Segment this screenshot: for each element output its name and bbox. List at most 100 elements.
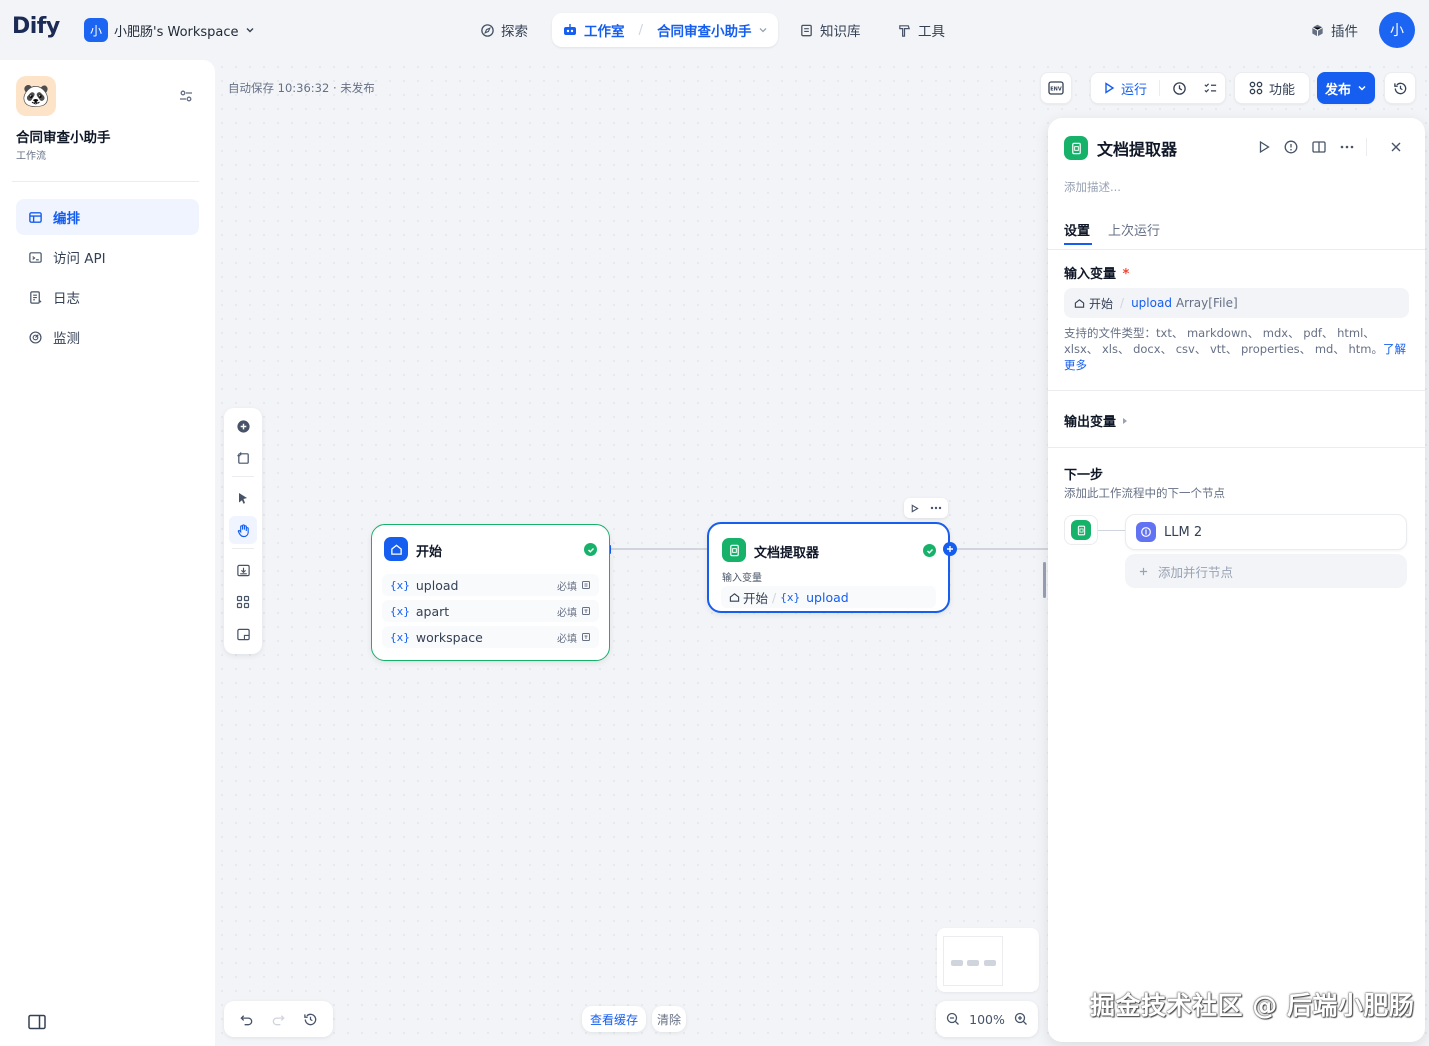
env-button[interactable]: ENV xyxy=(1040,72,1072,104)
input-label: 输入变量 xyxy=(722,573,762,584)
nav-tools[interactable]: 工具 xyxy=(897,17,945,43)
current-node-badge xyxy=(1064,515,1098,545)
home-icon xyxy=(1074,298,1085,308)
features-button[interactable]: 功能 xyxy=(1234,72,1310,104)
undo-redo-bar xyxy=(224,1001,333,1037)
split-view-icon[interactable] xyxy=(1312,140,1326,154)
doc-extractor-icon xyxy=(1064,136,1088,160)
clear-cache-button[interactable]: 清除 xyxy=(652,1006,686,1032)
sidebar-item-label: 日志 xyxy=(53,291,80,307)
more-icon[interactable] xyxy=(1340,145,1354,149)
doc-extractor-node[interactable]: 文档提取器 输入变量 开始 / {x} upload xyxy=(707,522,950,613)
hand-mode-button[interactable] xyxy=(229,516,257,544)
panel-title[interactable]: 文档提取器 xyxy=(1097,136,1177,160)
sidebar-toggle-icon[interactable] xyxy=(28,1014,46,1030)
run-button[interactable]: 运行 xyxy=(1121,79,1147,98)
export-image-button[interactable] xyxy=(229,556,257,584)
zoom-in-icon[interactable] xyxy=(1014,1012,1028,1026)
nav-plugins[interactable]: 插件 xyxy=(1310,17,1358,43)
nav-tools-label: 工具 xyxy=(918,24,945,40)
plus-icon xyxy=(947,546,953,552)
start-var-row: {x} apart 必填 xyxy=(382,600,599,622)
variable-icon: {x} xyxy=(390,578,410,592)
zoom-out-icon[interactable] xyxy=(946,1012,960,1026)
close-icon[interactable] xyxy=(1390,141,1402,153)
sidebar-item-label: 访问 API xyxy=(53,251,106,267)
version-history-button[interactable] xyxy=(1384,72,1416,104)
required-mark: * xyxy=(1122,267,1130,282)
nav-studio-label: 工作室 xyxy=(584,24,625,40)
organize-blocks-button[interactable] xyxy=(229,588,257,616)
required-tag: 必填 xyxy=(557,633,577,645)
publish-button[interactable]: 发布 xyxy=(1317,72,1375,104)
var-name: workspace xyxy=(415,629,483,645)
sidebar-item-label: 监测 xyxy=(53,331,80,347)
monitor-icon xyxy=(29,330,42,344)
user-avatar[interactable]: 小 xyxy=(1379,12,1415,48)
input-source: 开始 xyxy=(1089,296,1114,311)
add-node-button[interactable] xyxy=(229,412,257,440)
plus-circle-icon xyxy=(236,419,250,433)
history-run-icon[interactable] xyxy=(1172,81,1187,96)
log-icon xyxy=(30,290,42,304)
home-icon xyxy=(384,537,408,561)
start-node[interactable]: 开始 {x} upload 必填 {x} apart 必填 {x} worksp… xyxy=(371,524,610,661)
robot-icon xyxy=(564,24,576,35)
grid-features-icon xyxy=(1249,81,1263,95)
terminal-icon xyxy=(29,251,42,263)
input-variable-selector[interactable]: 开始 / upload Array[File] xyxy=(1064,288,1409,318)
input-var: upload xyxy=(806,589,849,605)
nav-studio[interactable]: 工作室 / 合同审查小助手 xyxy=(552,13,778,47)
checklist-icon[interactable] xyxy=(1203,81,1218,96)
variable-icon: {x} xyxy=(390,630,410,644)
next-step-desc: 添加此工作流程中的下一个节点 xyxy=(1064,486,1225,500)
play-icon[interactable] xyxy=(1103,82,1115,94)
play-icon[interactable] xyxy=(910,503,919,513)
doc-extractor-icon xyxy=(1071,520,1091,540)
variable-icon: {x} xyxy=(780,590,801,604)
file-list-icon xyxy=(582,581,590,589)
zoom-level[interactable]: 100% xyxy=(969,1012,1005,1027)
redo-icon[interactable] xyxy=(271,1012,286,1027)
add-next-handle[interactable] xyxy=(943,542,957,556)
nav-knowledge[interactable]: 知识库 xyxy=(799,17,861,43)
tab-settings[interactable]: 设置 xyxy=(1064,220,1090,239)
start-var-row: {x} workspace 必填 xyxy=(382,626,599,648)
undo-icon[interactable] xyxy=(239,1012,254,1027)
minimap[interactable] xyxy=(937,928,1039,992)
layout-icon xyxy=(29,211,42,223)
input-var: upload xyxy=(1131,296,1172,310)
run-node-icon[interactable] xyxy=(1257,140,1271,154)
var-name: upload xyxy=(415,577,459,593)
add-parallel-node-button[interactable]: 添加并行节点 xyxy=(1125,554,1407,588)
publish-label: 发布 xyxy=(1324,82,1351,98)
workspace-switcher[interactable]: 小 小肥肠's Workspace xyxy=(84,18,255,42)
dify-logo[interactable]: Dify xyxy=(12,14,60,39)
minimap-toggle-button[interactable] xyxy=(229,620,257,648)
pointer-mode-button[interactable] xyxy=(229,484,257,512)
next-node-llm[interactable]: LLM 2 xyxy=(1125,514,1407,550)
history-icon[interactable] xyxy=(303,1012,318,1027)
help-circle-icon[interactable] xyxy=(1284,140,1298,154)
caret-right-icon xyxy=(1123,417,1128,424)
sidebar-item-api[interactable]: 访问 API xyxy=(16,239,199,275)
view-cache-button[interactable]: 查看缓存 xyxy=(582,1006,646,1032)
tab-last-run[interactable]: 上次运行 xyxy=(1108,220,1160,239)
sidebar-item-monitor[interactable]: 监测 xyxy=(16,319,199,355)
description-input[interactable]: 添加描述... xyxy=(1064,179,1121,195)
minimap-icon xyxy=(236,628,250,640)
settings-sliders-icon[interactable] xyxy=(178,88,194,104)
more-icon[interactable] xyxy=(930,506,942,510)
add-note-button[interactable] xyxy=(229,444,257,472)
output-section-toggle[interactable]: 输出变量 xyxy=(1064,411,1128,430)
var-name: apart xyxy=(415,603,450,619)
sidebar-item-orchestrate[interactable]: 编排 xyxy=(16,199,199,235)
panel-resize-handle[interactable] xyxy=(1043,562,1046,598)
nav-explore[interactable]: 探索 xyxy=(480,17,528,43)
sidebar-item-logs[interactable]: 日志 xyxy=(16,279,199,315)
app-breadcrumb[interactable]: 合同审查小助手 xyxy=(657,20,752,40)
workspace-name: 小肥肠's Workspace xyxy=(114,24,239,40)
top-bar: Dify 小 小肥肠's Workspace 探索 工作室 / 合同审查小助手 … xyxy=(0,0,1429,60)
next-node-label: LLM 2 xyxy=(1164,524,1203,540)
required-tag: 必填 xyxy=(557,581,577,593)
